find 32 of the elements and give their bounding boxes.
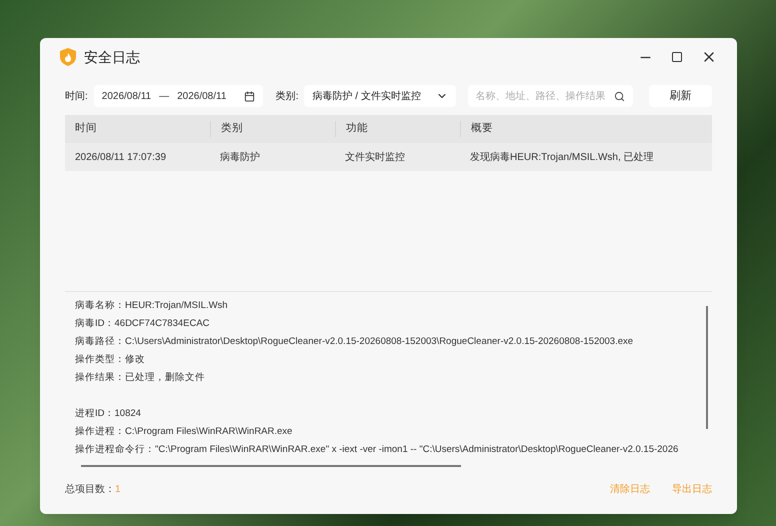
- table-cell: 文件实时监控: [345, 152, 405, 162]
- total-count-label: 总项目数：: [65, 482, 115, 497]
- detail-line: 操作进程：C:\Program Files\WinRAR\WinRAR.exe: [75, 426, 292, 437]
- vertical-scrollbar[interactable]: [706, 306, 708, 429]
- detail-line: 操作进程命令行："C:\Program Files\WinRAR\WinRAR.exe" x -iext -ver -imon1 -- "C:\Users\Administrator\Desktop\RogueCleaner-v2.0.15-2026: [75, 444, 678, 455]
- category-label: 类别:: [276, 90, 298, 104]
- time-label: 时间:: [65, 90, 88, 104]
- table-cell: 病毒防护: [220, 152, 260, 162]
- shield-flame-icon: [60, 48, 76, 66]
- search-field[interactable]: 名称、地址、路径、操作结果: [468, 85, 634, 107]
- search-icon: [614, 90, 626, 102]
- column-header: 功能: [346, 122, 368, 134]
- table-row[interactable]: 2026/08/11 17:07:39 病毒防护 文件实时监控 发现病毒HEUR:Trojan/MSIL.Wsh, 已处理: [65, 143, 712, 171]
- detail-line: 病毒ID：46DCF74C7834ECAC: [75, 318, 210, 329]
- table-cell: 发现病毒HEUR:Trojan/MSIL.Wsh, 已处理: [470, 152, 654, 162]
- detail-line: 操作类型：修改: [75, 354, 145, 365]
- detail-line: 进程ID：10824: [75, 408, 141, 419]
- column-header: 时间: [75, 122, 97, 134]
- category-dropdown[interactable]: 病毒防护 / 文件实时监控: [304, 85, 456, 107]
- table-cell: 2026/08/11 17:07:39: [75, 152, 166, 162]
- detail-line: 病毒名称：HEUR:Trojan/MSIL.Wsh: [75, 300, 228, 311]
- date-range-field[interactable]: 2026/08/11 — 2026/08/11: [94, 85, 263, 107]
- column-header: 类别: [221, 122, 243, 134]
- window-title: 安全日志: [84, 48, 140, 66]
- column-header: 概要: [471, 122, 493, 134]
- detail-line: 操作结果：已处理，删除文件: [75, 372, 205, 383]
- total-count: 1: [115, 483, 121, 497]
- detail-line: 病毒路径：C:\Users\Administrator\Desktop\RogueCleaner-v2.0.15-20260808-152003\RogueCleaner-v2.0.15-20260808-152003.exe: [75, 336, 634, 347]
- calendar-icon: [244, 90, 255, 102]
- maximize-icon[interactable]: [671, 51, 683, 63]
- refresh-button[interactable]: 刷新: [649, 85, 712, 107]
- horizontal-scrollbar[interactable]: [81, 465, 461, 467]
